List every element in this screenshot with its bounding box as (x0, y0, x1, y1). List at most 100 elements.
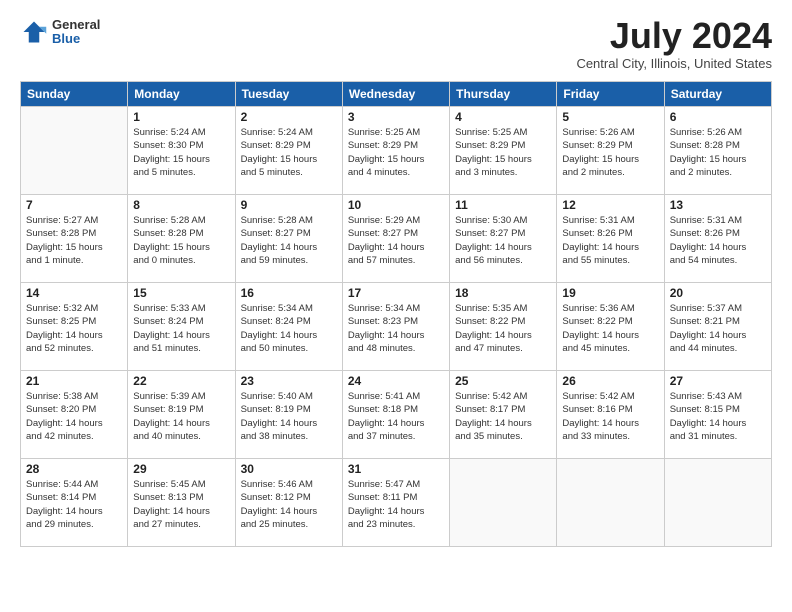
day-cell: 31 Sunrise: 5:47 AM Sunset: 8:11 PM Dayli… (342, 459, 449, 547)
day-cell: 11 Sunrise: 5:30 AM Sunset: 8:27 PM Dayli… (450, 195, 557, 283)
logo-text: General Blue (52, 18, 100, 47)
day-info: Sunrise: 5:24 AM Sunset: 8:30 PM Dayligh… (133, 126, 229, 179)
header-tuesday: Tuesday (235, 82, 342, 107)
day-cell: 10 Sunrise: 5:29 AM Sunset: 8:27 PM Dayli… (342, 195, 449, 283)
day-number: 1 (133, 110, 229, 124)
day-number: 23 (241, 374, 337, 388)
day-info: Sunrise: 5:47 AM Sunset: 8:11 PM Dayligh… (348, 478, 444, 531)
day-number: 16 (241, 286, 337, 300)
day-info: Sunrise: 5:28 AM Sunset: 8:28 PM Dayligh… (133, 214, 229, 267)
day-cell: 8 Sunrise: 5:28 AM Sunset: 8:28 PM Daylig… (128, 195, 235, 283)
day-cell (450, 459, 557, 547)
day-number: 7 (26, 198, 122, 212)
day-cell: 15 Sunrise: 5:33 AM Sunset: 8:24 PM Dayli… (128, 283, 235, 371)
day-cell: 30Sunrise: 5:46 AM Sunset: 8:12 PM Dayli… (235, 459, 342, 547)
title-section: July 2024 Central City, Illinois, United… (576, 18, 772, 71)
day-number: 18 (455, 286, 551, 300)
day-info: Sunrise: 5:38 AM Sunset: 8:20 PM Dayligh… (26, 390, 122, 443)
header-monday: Monday (128, 82, 235, 107)
day-info: Sunrise: 5:28 AM Sunset: 8:27 PM Dayligh… (241, 214, 337, 267)
day-info: Sunrise: 5:32 AM Sunset: 8:25 PM Dayligh… (26, 302, 122, 355)
day-info: Sunrise: 5:30 AM Sunset: 8:27 PM Dayligh… (455, 214, 551, 267)
day-number: 31 (348, 462, 444, 476)
day-info: Sunrise: 5:40 AM Sunset: 8:19 PM Dayligh… (241, 390, 337, 443)
day-number: 3 (348, 110, 444, 124)
week-row-1: 1 Sunrise: 5:24 AM Sunset: 8:30 PM Daylig… (21, 107, 772, 195)
week-row-2: 7Sunrise: 5:27 AM Sunset: 8:28 PM Daylig… (21, 195, 772, 283)
header-sunday: Sunday (21, 82, 128, 107)
day-info: Sunrise: 5:29 AM Sunset: 8:27 PM Dayligh… (348, 214, 444, 267)
day-info: Sunrise: 5:34 AM Sunset: 8:23 PM Dayligh… (348, 302, 444, 355)
day-number: 27 (670, 374, 766, 388)
day-number: 28 (26, 462, 122, 476)
day-number: 24 (348, 374, 444, 388)
day-number: 20 (670, 286, 766, 300)
header-saturday: Saturday (664, 82, 771, 107)
day-cell: 28 Sunrise: 5:44 AM Sunset: 8:14 PM Dayli… (21, 459, 128, 547)
day-cell: 12Sunrise: 5:31 AM Sunset: 8:26 PM Dayli… (557, 195, 664, 283)
day-cell: 6Sunrise: 5:26 AM Sunset: 8:28 PM Daylig… (664, 107, 771, 195)
day-info: Sunrise: 5:43 AM Sunset: 8:15 PM Dayligh… (670, 390, 766, 443)
day-cell: 19Sunrise: 5:36 AM Sunset: 8:22 PM Dayli… (557, 283, 664, 371)
day-cell: 21 Sunrise: 5:38 AM Sunset: 8:20 PM Dayli… (21, 371, 128, 459)
logo-icon (20, 18, 48, 46)
day-info: Sunrise: 5:44 AM Sunset: 8:14 PM Dayligh… (26, 478, 122, 531)
day-number: 9 (241, 198, 337, 212)
day-info: Sunrise: 5:31 AM Sunset: 8:26 PM Dayligh… (562, 214, 658, 267)
day-cell: 24 Sunrise: 5:41 AM Sunset: 8:18 PM Dayli… (342, 371, 449, 459)
day-cell: 9 Sunrise: 5:28 AM Sunset: 8:27 PM Daylig… (235, 195, 342, 283)
day-cell: 14 Sunrise: 5:32 AM Sunset: 8:25 PM Dayli… (21, 283, 128, 371)
logo-general: General (52, 18, 100, 32)
day-info: Sunrise: 5:39 AM Sunset: 8:19 PM Dayligh… (133, 390, 229, 443)
day-cell (664, 459, 771, 547)
day-info: Sunrise: 5:26 AM Sunset: 8:28 PM Dayligh… (670, 126, 766, 179)
day-info: Sunrise: 5:34 AM Sunset: 8:24 PM Dayligh… (241, 302, 337, 355)
day-cell: 17Sunrise: 5:34 AM Sunset: 8:23 PM Dayli… (342, 283, 449, 371)
day-info: Sunrise: 5:45 AM Sunset: 8:13 PM Dayligh… (133, 478, 229, 531)
day-info: Sunrise: 5:31 AM Sunset: 8:26 PM Dayligh… (670, 214, 766, 267)
day-number: 10 (348, 198, 444, 212)
header-wednesday: Wednesday (342, 82, 449, 107)
day-info: Sunrise: 5:25 AM Sunset: 8:29 PM Dayligh… (348, 126, 444, 179)
header-row: SundayMondayTuesdayWednesdayThursdayFrid… (21, 82, 772, 107)
day-cell: 16 Sunrise: 5:34 AM Sunset: 8:24 PM Dayli… (235, 283, 342, 371)
day-number: 13 (670, 198, 766, 212)
day-cell: 20 Sunrise: 5:37 AM Sunset: 8:21 PM Dayli… (664, 283, 771, 371)
day-number: 11 (455, 198, 551, 212)
day-cell: 23 Sunrise: 5:40 AM Sunset: 8:19 PM Dayli… (235, 371, 342, 459)
header: General Blue July 2024 Central City, Ill… (20, 18, 772, 71)
day-number: 15 (133, 286, 229, 300)
day-info: Sunrise: 5:35 AM Sunset: 8:22 PM Dayligh… (455, 302, 551, 355)
day-info: Sunrise: 5:41 AM Sunset: 8:18 PM Dayligh… (348, 390, 444, 443)
day-info: Sunrise: 5:24 AM Sunset: 8:29 PM Dayligh… (241, 126, 337, 179)
day-info: Sunrise: 5:42 AM Sunset: 8:17 PM Dayligh… (455, 390, 551, 443)
day-cell (557, 459, 664, 547)
day-number: 25 (455, 374, 551, 388)
day-info: Sunrise: 5:37 AM Sunset: 8:21 PM Dayligh… (670, 302, 766, 355)
day-number: 29 (133, 462, 229, 476)
day-info: Sunrise: 5:26 AM Sunset: 8:29 PM Dayligh… (562, 126, 658, 179)
day-cell: 5 Sunrise: 5:26 AM Sunset: 8:29 PM Daylig… (557, 107, 664, 195)
day-cell (21, 107, 128, 195)
day-cell: 2 Sunrise: 5:24 AM Sunset: 8:29 PM Daylig… (235, 107, 342, 195)
day-cell: 22 Sunrise: 5:39 AM Sunset: 8:19 PM Dayli… (128, 371, 235, 459)
month-title: July 2024 (576, 18, 772, 54)
week-row-4: 21 Sunrise: 5:38 AM Sunset: 8:20 PM Dayli… (21, 371, 772, 459)
day-number: 4 (455, 110, 551, 124)
day-cell: 27 Sunrise: 5:43 AM Sunset: 8:15 PM Dayli… (664, 371, 771, 459)
day-number: 8 (133, 198, 229, 212)
day-number: 22 (133, 374, 229, 388)
week-row-3: 14 Sunrise: 5:32 AM Sunset: 8:25 PM Dayli… (21, 283, 772, 371)
calendar-table: SundayMondayTuesdayWednesdayThursdayFrid… (20, 81, 772, 547)
day-cell: 26Sunrise: 5:42 AM Sunset: 8:16 PM Dayli… (557, 371, 664, 459)
day-number: 21 (26, 374, 122, 388)
header-thursday: Thursday (450, 82, 557, 107)
day-cell: 4Sunrise: 5:25 AM Sunset: 8:29 PM Daylig… (450, 107, 557, 195)
day-info: Sunrise: 5:42 AM Sunset: 8:16 PM Dayligh… (562, 390, 658, 443)
day-number: 14 (26, 286, 122, 300)
day-info: Sunrise: 5:33 AM Sunset: 8:24 PM Dayligh… (133, 302, 229, 355)
day-number: 5 (562, 110, 658, 124)
logo: General Blue (20, 18, 100, 47)
day-cell: 18 Sunrise: 5:35 AM Sunset: 8:22 PM Dayli… (450, 283, 557, 371)
day-number: 2 (241, 110, 337, 124)
